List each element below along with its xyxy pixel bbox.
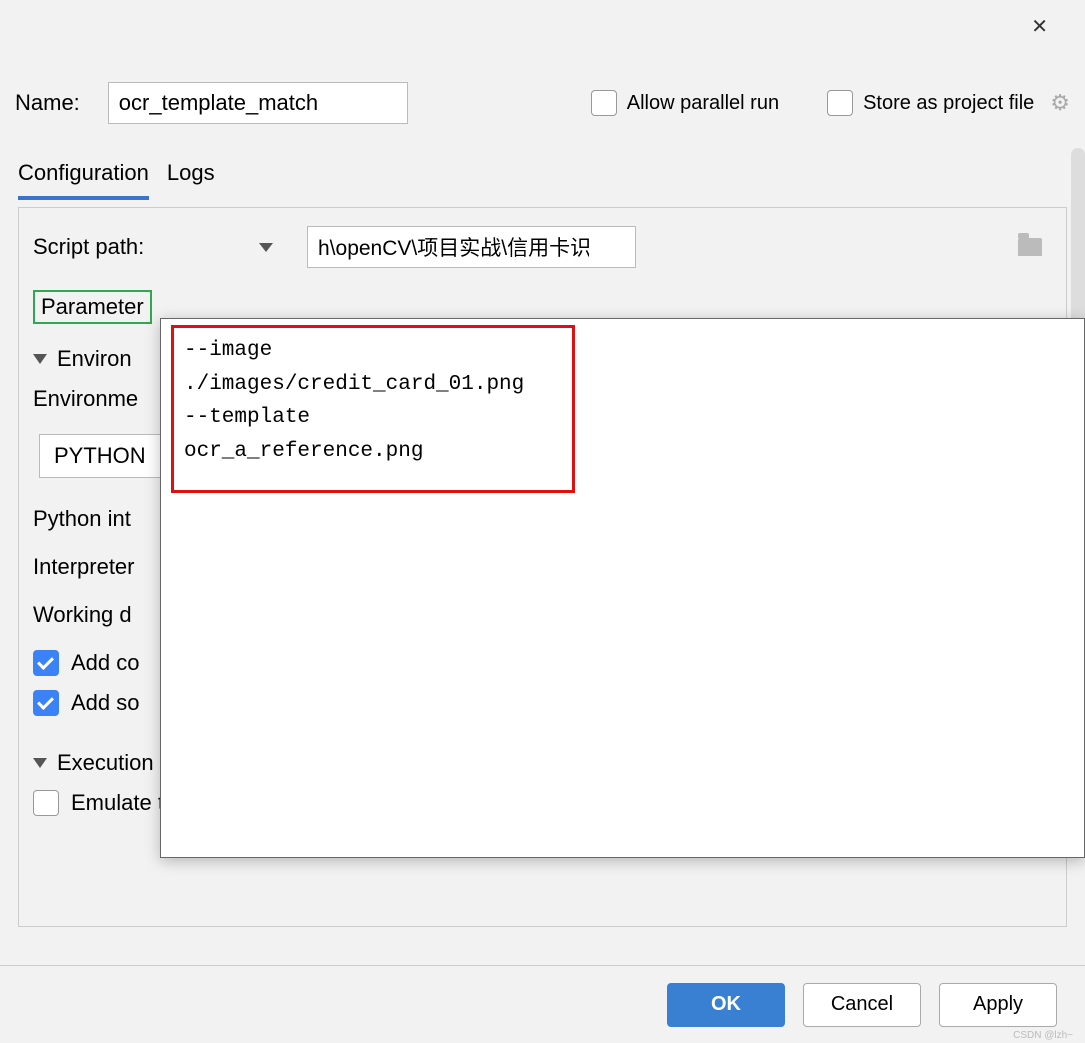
checkbox-icon[interactable]: [827, 90, 853, 116]
tab-logs[interactable]: Logs: [167, 154, 215, 200]
execution-section-label: Execution: [57, 750, 154, 776]
folder-icon[interactable]: [1018, 238, 1042, 256]
vertical-scrollbar[interactable]: [1071, 148, 1085, 328]
header-row: Name: Allow parallel run Store as projec…: [0, 52, 1085, 154]
env-vars-label: Environme: [33, 386, 138, 412]
python-interpreter-label: Python int: [33, 506, 131, 532]
add-source-label: Add so: [71, 690, 140, 716]
parameters-popup[interactable]: --image ./images/credit_card_01.png --te…: [160, 318, 1085, 858]
store-project-group[interactable]: Store as project file ⚙: [827, 90, 1070, 116]
script-path-input[interactable]: [307, 226, 636, 268]
checkbox-icon[interactable]: [591, 90, 617, 116]
allow-parallel-group[interactable]: Allow parallel run: [591, 90, 779, 116]
tabs: Configuration Logs: [0, 154, 1085, 201]
gear-icon[interactable]: ⚙: [1050, 90, 1070, 116]
script-path-label: Script path:: [33, 234, 144, 260]
allow-parallel-label: Allow parallel run: [627, 92, 779, 115]
checkbox-icon[interactable]: [33, 690, 59, 716]
interpreter-options-label: Interpreter: [33, 554, 135, 580]
script-path-row: Script path:: [33, 226, 1052, 268]
tab-configuration[interactable]: Configuration: [18, 154, 149, 200]
cancel-button[interactable]: Cancel: [803, 983, 921, 1027]
checkbox-icon[interactable]: [33, 790, 59, 816]
chevron-down-icon[interactable]: [33, 354, 47, 364]
add-content-label: Add co: [71, 650, 140, 676]
checkbox-icon[interactable]: [33, 650, 59, 676]
apply-button[interactable]: Apply: [939, 983, 1057, 1027]
parameters-label: Parameter: [33, 290, 152, 324]
chevron-down-icon[interactable]: [259, 243, 273, 252]
environment-section-label: Environ: [57, 346, 132, 372]
footer: OK Cancel Apply: [0, 965, 1085, 1043]
parameters-textarea[interactable]: --image ./images/credit_card_01.png --te…: [171, 325, 575, 493]
store-project-label: Store as project file: [863, 92, 1034, 115]
name-label: Name:: [15, 90, 80, 116]
env-vars-value[interactable]: PYTHON: [39, 434, 161, 478]
titlebar: ✕: [0, 0, 1085, 52]
chevron-down-icon[interactable]: [33, 758, 47, 768]
name-input[interactable]: [108, 82, 408, 124]
watermark: CSDN @lzh~: [1013, 1030, 1073, 1041]
close-icon[interactable]: ✕: [1019, 6, 1060, 47]
working-directory-label: Working d: [33, 602, 132, 628]
ok-button[interactable]: OK: [667, 983, 785, 1027]
